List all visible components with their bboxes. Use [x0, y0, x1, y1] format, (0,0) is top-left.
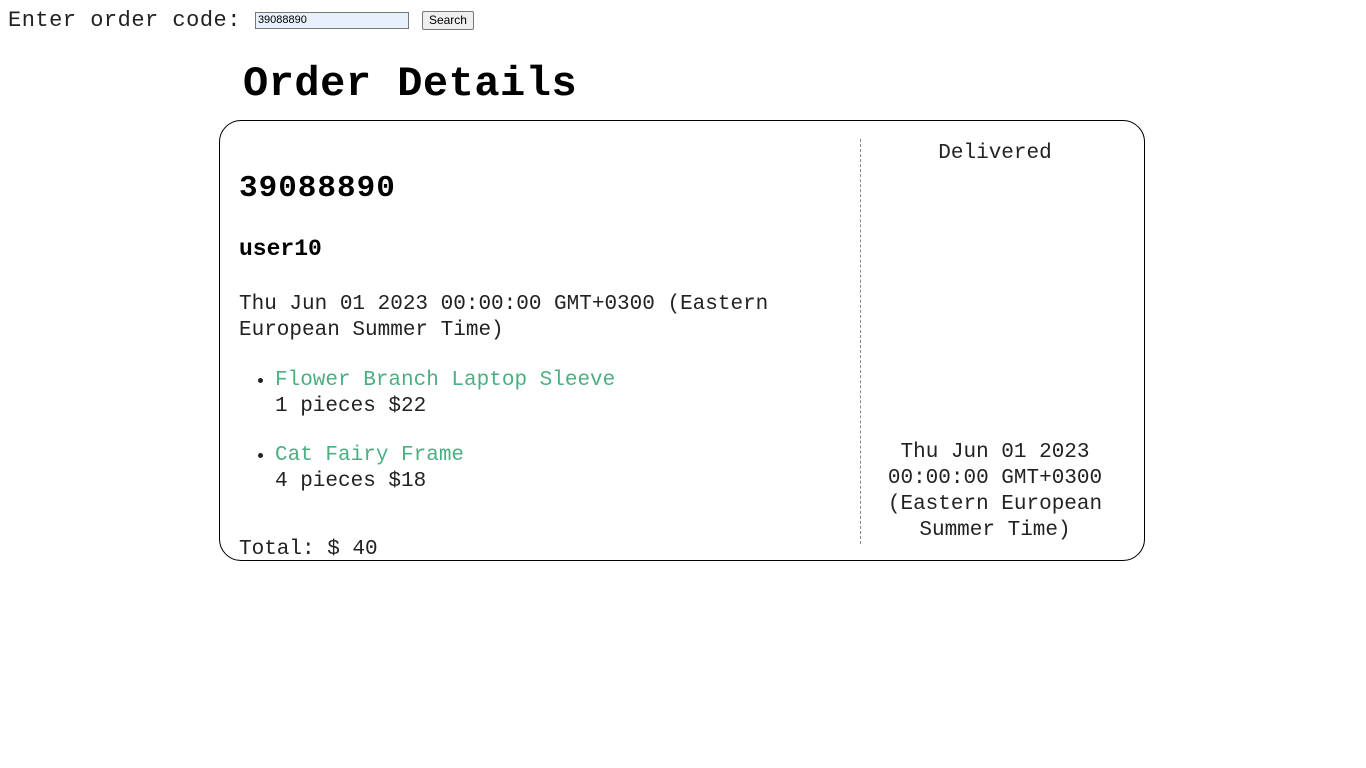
order-code-input[interactable] — [254, 11, 409, 29]
order-card: 39088890 user10 Thu Jun 01 2023 00:00:00… — [219, 120, 1145, 561]
order-total: Total: $ 40 — [239, 538, 378, 561]
search-bar: Enter order code: Search — [8, 6, 474, 34]
item-quantity-price: 4 pieces $18 — [275, 470, 427, 493]
search-label: Enter order code: — [8, 7, 241, 33]
search-button[interactable]: Search — [421, 10, 474, 30]
order-status: Delivered — [938, 142, 1052, 165]
order-code: 39088890 — [239, 171, 396, 206]
item-name-link[interactable]: Flower Branch Laptop Sleeve — [275, 368, 615, 394]
order-date: Thu Jun 01 2023 00:00:00 GMT+0300 (Easte… — [239, 293, 769, 342]
order-status-section: Delivered Thu Jun 01 2023 00:00:00 GMT+0… — [861, 139, 1129, 544]
order-item: Flower Branch Laptop Sleeve 1 pieces $22 — [275, 368, 615, 420]
item-quantity-price: 1 pieces $22 — [275, 395, 427, 418]
order-items-list: Flower Branch Laptop Sleeve 1 pieces $22… — [239, 368, 615, 518]
page-title: Order Details — [243, 60, 578, 108]
order-user: user10 — [239, 236, 322, 262]
delivery-date: Thu Jun 01 2023 00:00:00 GMT+0300 (Easte… — [887, 441, 1103, 542]
order-item: Cat Fairy Frame 4 pieces $18 — [275, 443, 615, 495]
item-name-link[interactable]: Cat Fairy Frame — [275, 443, 615, 469]
